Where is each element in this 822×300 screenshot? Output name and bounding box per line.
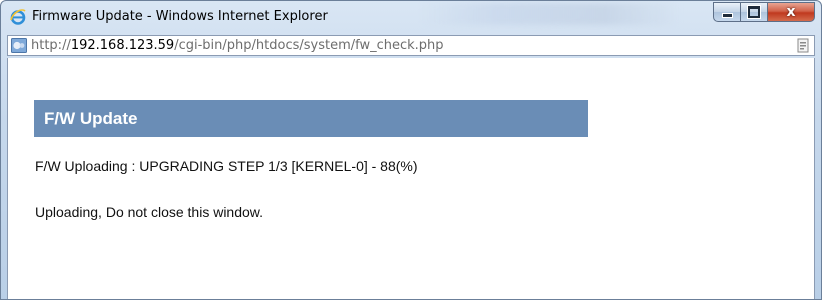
url-path: /cgi-bin/php/htdocs/system/fw_check.php — [174, 38, 444, 53]
window-controls: x — [713, 2, 815, 22]
url-host: 192.168.123.59 — [70, 38, 175, 53]
internet-explorer-icon — [10, 9, 26, 25]
page-title: F/W Update — [44, 109, 138, 128]
minimize-button[interactable] — [713, 2, 741, 22]
minimize-icon — [721, 13, 733, 18]
site-icon — [11, 38, 27, 53]
upload-status-text: F/W Uploading : UPGRADING STEP 1/3 [KERN… — [35, 158, 418, 174]
title-bar[interactable]: Firmware Update - Windows Internet Explo… — [1, 1, 821, 34]
section-header: F/W Update — [34, 100, 588, 137]
title-bar-blur — [421, 3, 681, 25]
maximize-button[interactable] — [741, 2, 768, 22]
close-button[interactable]: x — [768, 2, 815, 22]
browser-window: Firmware Update - Windows Internet Explo… — [0, 0, 822, 300]
maximize-icon — [747, 5, 761, 19]
window-title: Firmware Update - Windows Internet Explo… — [32, 9, 328, 24]
address-bar[interactable]: http://192.168.123.59/cgi-bin/php/htdocs… — [7, 35, 815, 56]
close-icon: x — [786, 4, 796, 20]
upload-warning-text: Uploading, Do not close this window. — [35, 204, 264, 220]
page-report-icon[interactable] — [797, 38, 810, 53]
page-content: F/W Update F/W Uploading : UPGRADING STE… — [7, 58, 815, 299]
url-prefix: http:// — [31, 38, 71, 53]
address-url: http://192.168.123.59/cgi-bin/php/htdocs… — [31, 38, 444, 53]
